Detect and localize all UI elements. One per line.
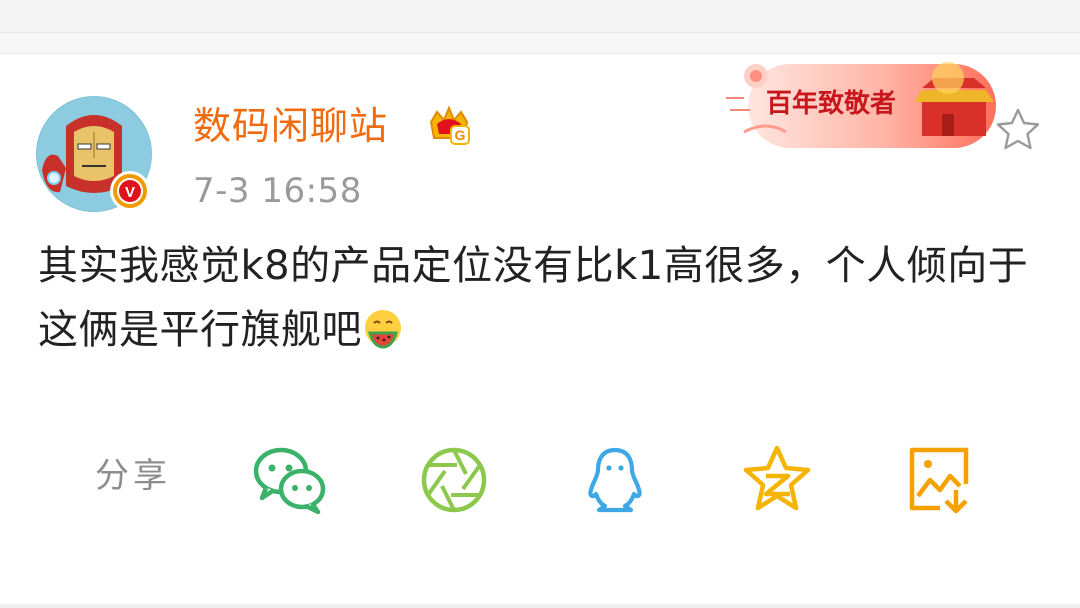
share-moments-button[interactable] bbox=[415, 444, 493, 516]
author-name[interactable]: 数码闲聊站 bbox=[193, 100, 388, 152]
save-image-icon bbox=[909, 447, 969, 514]
bottom-divider bbox=[0, 604, 1080, 608]
section-divider bbox=[0, 32, 1080, 54]
share-wechat-button[interactable] bbox=[252, 444, 330, 516]
wechat-icon bbox=[253, 447, 326, 515]
crown-vip-icon[interactable]: G bbox=[426, 104, 472, 148]
qq-penguin-icon bbox=[588, 447, 642, 513]
crown-letter: G bbox=[455, 127, 466, 143]
favorite-star-icon[interactable] bbox=[994, 106, 1042, 154]
save-image-button[interactable] bbox=[900, 444, 978, 516]
top-bar bbox=[0, 0, 1080, 32]
badge-letter: V bbox=[125, 184, 135, 201]
banner-text: 百年致敬者 bbox=[766, 88, 896, 119]
share-qq-button[interactable] bbox=[576, 444, 654, 516]
post-content: 其实我感觉k8的产品定位没有比k1高很多，个人倾向于这俩是平行旗舰吧 bbox=[38, 234, 1050, 362]
qzone-star-icon bbox=[743, 445, 811, 511]
verified-v-badge: V bbox=[109, 170, 151, 212]
post-text: 其实我感觉k8的产品定位没有比k1高很多，个人倾向于这俩是平行旗舰吧 bbox=[38, 243, 1029, 353]
moments-aperture-icon bbox=[421, 447, 487, 513]
share-qzone-button[interactable] bbox=[738, 444, 816, 516]
eating-watermelon-emoji-icon bbox=[365, 310, 401, 349]
share-label: 分享 bbox=[95, 456, 171, 496]
anniversary-banner[interactable]: 百年致敬者 bbox=[726, 58, 1002, 154]
post-timestamp: 7-3 16:58 bbox=[193, 171, 362, 211]
